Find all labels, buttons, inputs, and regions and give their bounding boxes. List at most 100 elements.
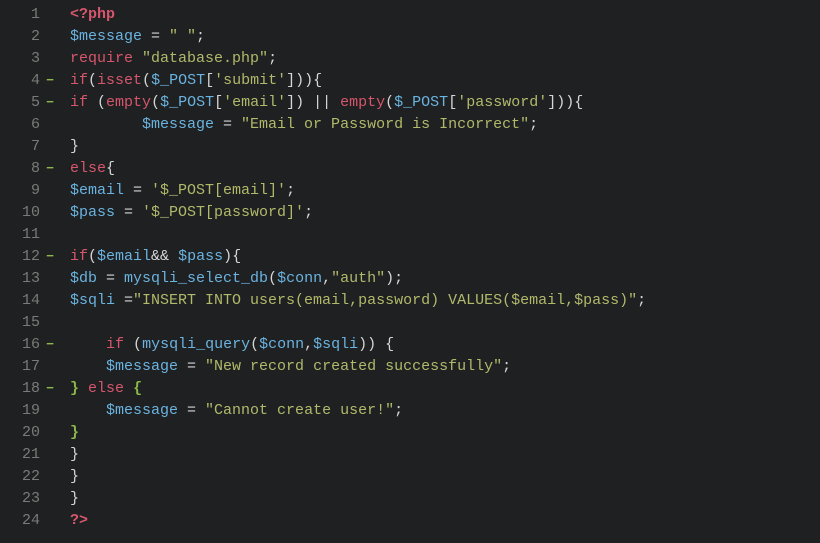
line-number: 3 (0, 48, 48, 70)
code-line[interactable]: } (70, 488, 646, 510)
token-punc: ; (304, 204, 313, 221)
token-punc: ; (637, 292, 646, 309)
line-number: 7 (0, 136, 48, 158)
code-line[interactable] (70, 224, 646, 246)
line-number: 6 (0, 114, 48, 136)
token-op: = (142, 28, 169, 45)
token-op: = (178, 358, 205, 375)
code-line[interactable]: $db = mysqli_select_db($conn,"auth"); (70, 268, 646, 290)
fold-icon[interactable]: − (46, 158, 54, 180)
code-line[interactable]: } (70, 444, 646, 466)
token-str: "auth" (331, 270, 385, 287)
code-line[interactable]: $message = " "; (70, 26, 646, 48)
token-str: '$_POST[password]' (142, 204, 304, 221)
token-op (79, 380, 88, 397)
token-str: " " (169, 28, 196, 45)
code-line[interactable]: } else { (70, 378, 646, 400)
token-var: $_POST (160, 94, 214, 111)
code-area[interactable]: <?php$message = " ";require "database.ph… (52, 4, 646, 532)
code-line[interactable]: } (70, 466, 646, 488)
code-line[interactable]: if($email&& $pass){ (70, 246, 646, 268)
token-punc: )) { (358, 336, 394, 353)
token-kw: empty (106, 94, 151, 111)
code-line[interactable]: $email = '$_POST[email]'; (70, 180, 646, 202)
code-line[interactable]: $pass = '$_POST[password]'; (70, 202, 646, 224)
line-number: 5− (0, 92, 48, 114)
token-str: "INSERT INTO users(email,password) VALUE… (133, 292, 637, 309)
code-line[interactable]: $message = "New record created successfu… (70, 356, 646, 378)
token-op: = (178, 402, 205, 419)
token-punc: ; (529, 116, 538, 133)
token-punc: ; (196, 28, 205, 45)
token-kw: empty (340, 94, 385, 111)
code-line[interactable]: require "database.php"; (70, 48, 646, 70)
token-op (124, 336, 133, 353)
token-var: $pass (70, 204, 115, 221)
token-kw: if (106, 336, 124, 353)
token-punc: ; (268, 50, 277, 67)
token-op (70, 402, 106, 419)
code-line[interactable]: else{ (70, 158, 646, 180)
token-op: = (124, 182, 151, 199)
token-str: 'password' (457, 94, 547, 111)
line-number: 21 (0, 444, 48, 466)
token-punc: ; (502, 358, 511, 375)
token-var: $email (97, 248, 151, 265)
code-line[interactable]: if (mysqli_query($conn,$sqli)) { (70, 334, 646, 356)
token-punc: , (304, 336, 313, 353)
token-var: $sqli (313, 336, 358, 353)
line-number-gutter: 1234−5−678−9101112−13141516−1718−1920212… (0, 4, 52, 532)
token-punc: ; (286, 182, 295, 199)
fold-icon[interactable]: − (46, 378, 54, 400)
fold-icon[interactable]: − (46, 246, 54, 268)
token-punc: [ (214, 94, 223, 111)
line-number: 18− (0, 378, 48, 400)
token-punc: ); (385, 270, 403, 287)
code-editor[interactable]: 1234−5−678−9101112−13141516−1718−1920212… (0, 4, 820, 532)
code-line[interactable]: } (70, 136, 646, 158)
code-line[interactable]: $message = "Email or Password is Incorre… (70, 114, 646, 136)
line-number: 1 (0, 4, 48, 26)
line-number: 16− (0, 334, 48, 356)
token-op (70, 116, 142, 133)
token-op (133, 50, 142, 67)
token-punc: ( (151, 94, 160, 111)
code-line[interactable]: $sqli ="INSERT INTO users(email,password… (70, 290, 646, 312)
code-line[interactable]: if(isset($_POST['submit'])){ (70, 70, 646, 92)
token-var: $pass (178, 248, 223, 265)
token-punc: ])){ (286, 72, 322, 89)
fold-icon[interactable]: − (46, 334, 54, 356)
token-punc: } (70, 138, 79, 155)
fold-icon[interactable]: − (46, 92, 54, 114)
token-kw: else (70, 160, 106, 177)
token-kw: else (88, 380, 124, 397)
token-punc: ; (394, 402, 403, 419)
line-number: 15 (0, 312, 48, 334)
token-punc: ( (250, 336, 259, 353)
code-line[interactable]: ?> (70, 510, 646, 532)
code-line[interactable]: <?php (70, 4, 646, 26)
token-punc: ( (88, 248, 97, 265)
token-var: $message (70, 28, 142, 45)
token-op (88, 94, 97, 111)
token-brace: } (70, 424, 79, 441)
code-line[interactable] (70, 312, 646, 334)
token-punc: ( (88, 72, 97, 89)
token-var: $conn (259, 336, 304, 353)
code-line[interactable]: $message = "Cannot create user!"; (70, 400, 646, 422)
token-str: "database.php" (142, 50, 268, 67)
token-var: $sqli (70, 292, 115, 309)
token-fn: mysqli_query (142, 336, 250, 353)
token-punc: ( (268, 270, 277, 287)
line-number: 8− (0, 158, 48, 180)
line-number: 2 (0, 26, 48, 48)
token-op: = (115, 204, 142, 221)
token-punc: ( (97, 94, 106, 111)
token-str: '$_POST[email]' (151, 182, 286, 199)
token-op: = (214, 116, 241, 133)
code-line[interactable]: } (70, 422, 646, 444)
token-var: $message (106, 402, 178, 419)
line-number: 17 (0, 356, 48, 378)
fold-icon[interactable]: − (46, 70, 54, 92)
code-line[interactable]: if (empty($_POST['email']) || empty($_PO… (70, 92, 646, 114)
